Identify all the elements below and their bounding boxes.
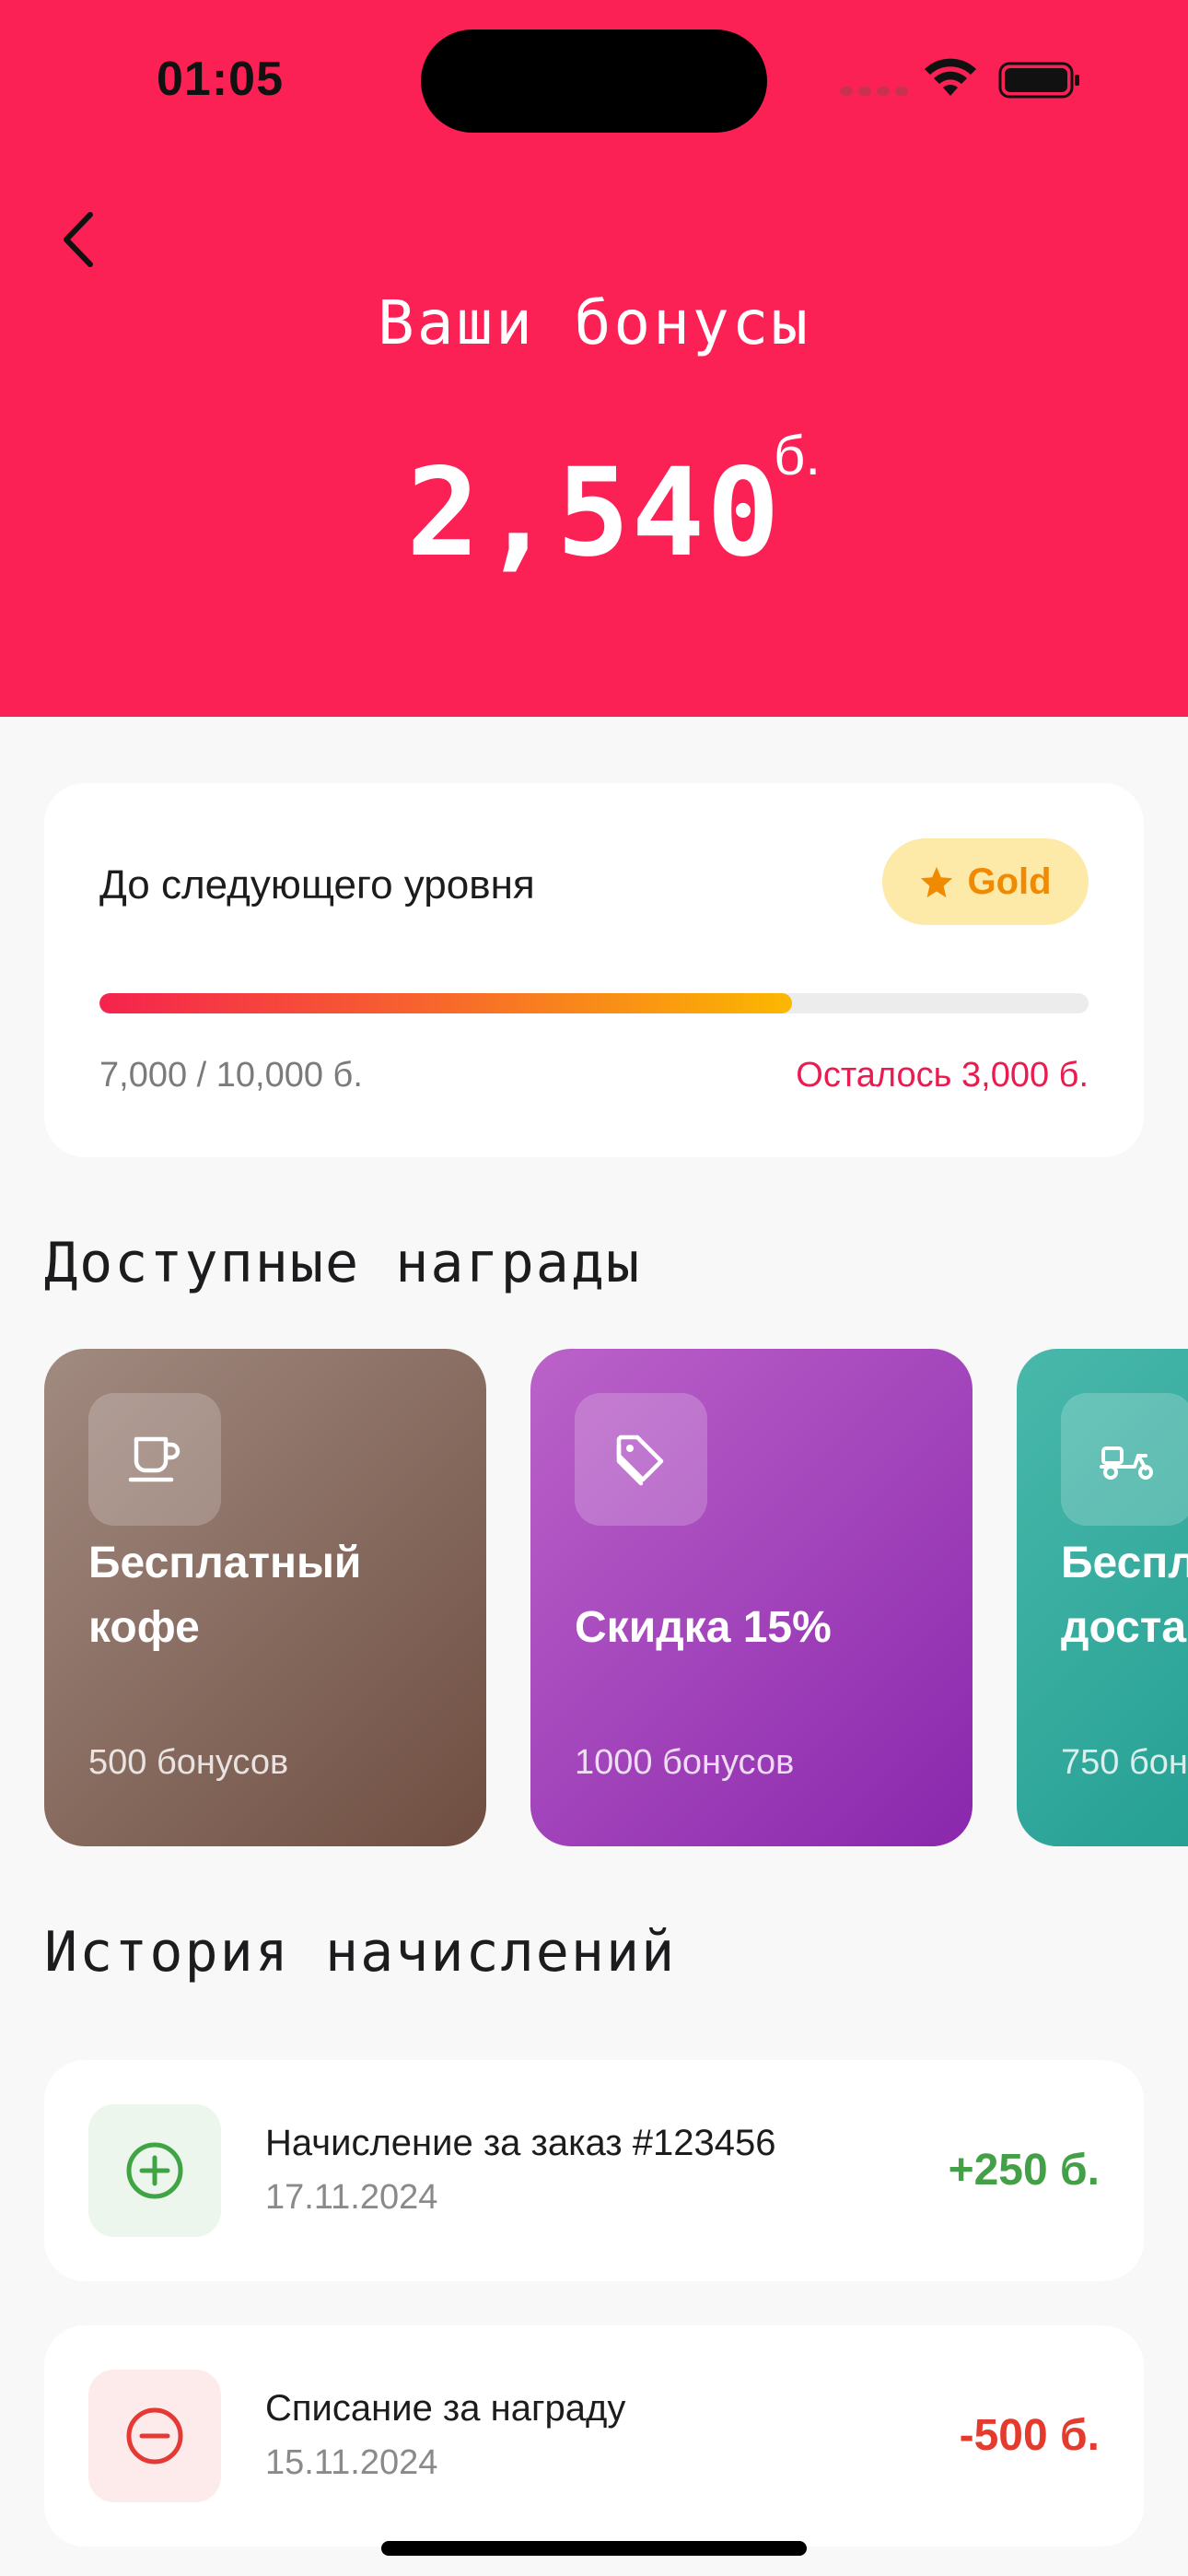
plus-circle-icon bbox=[126, 2142, 183, 2199]
cellular-signal-icon bbox=[840, 87, 908, 96]
minus-circle-icon bbox=[126, 2407, 183, 2465]
star-icon bbox=[921, 866, 953, 898]
chevron-left-icon bbox=[64, 212, 93, 267]
history-date: 17.11.2024 bbox=[265, 2178, 438, 2217]
level-progress-fill bbox=[99, 993, 792, 1013]
reward-title-line2: доставка bbox=[1061, 1603, 1188, 1652]
reward-title-line2: кофе bbox=[88, 1603, 200, 1652]
home-indicator bbox=[381, 2541, 807, 2556]
header: 01:05 Ваши бонусы 2,540 б. bbox=[0, 0, 1188, 717]
reward-card-free-coffee[interactable]: Бесплатный кофе 500 бонусов bbox=[44, 1349, 486, 1846]
scooter-icon bbox=[1100, 1446, 1153, 1480]
rewards-carousel[interactable]: Бесплатный кофе 500 бонусов Скидка 15% 1… bbox=[44, 1349, 1188, 1846]
level-progress-bar bbox=[99, 993, 1089, 1013]
history-title: Списание за награду bbox=[265, 2388, 626, 2429]
rewards-section-title: Доступные награды bbox=[44, 1231, 642, 1295]
status-bar-time: 01:05 bbox=[157, 53, 284, 106]
level-badge: Gold bbox=[882, 838, 1089, 925]
history-amount: +250 б. bbox=[948, 2146, 1100, 2195]
history-title: Начисление за заказ #123456 bbox=[265, 2123, 776, 2163]
tag-icon bbox=[616, 1434, 664, 1486]
reward-card-discount[interactable]: Скидка 15% 1000 бонусов bbox=[530, 1349, 973, 1846]
balance-value: 2,540 bbox=[406, 442, 782, 584]
level-title: До следующего уровня bbox=[99, 862, 535, 907]
level-progress-card: До следующего уровня Gold 7,000 / 10,000… bbox=[44, 783, 1144, 1157]
reward-title-line1: Бесплатная bbox=[1061, 1539, 1188, 1587]
reward-cost: 1000 бонусов bbox=[575, 1743, 795, 1782]
reward-title-line1: Бесплатный bbox=[88, 1539, 362, 1587]
remaining-text: Осталось 3,000 б. bbox=[796, 1056, 1089, 1095]
history-date: 15.11.2024 bbox=[265, 2443, 438, 2482]
reward-title-line2: Скидка 15% bbox=[575, 1603, 832, 1652]
reward-cost: 750 бонусов bbox=[1061, 1743, 1188, 1782]
back-button[interactable] bbox=[52, 205, 103, 275]
battery-icon bbox=[998, 62, 1079, 99]
wifi-icon bbox=[925, 58, 976, 96]
bonus-balance: 2,540 б. bbox=[0, 425, 1188, 584]
history-icon-box bbox=[88, 2104, 221, 2237]
dynamic-island bbox=[421, 29, 767, 133]
page-title: Ваши бонусы bbox=[377, 287, 811, 358]
balance-unit: б. bbox=[774, 425, 821, 486]
coffee-cup-icon bbox=[128, 1436, 181, 1482]
history-icon-box bbox=[88, 2370, 221, 2502]
history-item-accrual[interactable]: Начисление за заказ #123456 17.11.2024 +… bbox=[44, 2060, 1144, 2281]
history-amount: -500 б. bbox=[959, 2411, 1100, 2460]
reward-cost: 500 бонусов bbox=[88, 1743, 289, 1782]
reward-card-free-delivery[interactable]: Бесплатная доставка 750 бонусов bbox=[1017, 1349, 1188, 1846]
progress-text: 7,000 / 10,000 б. bbox=[99, 1056, 363, 1095]
level-badge-label: Gold bbox=[967, 861, 1052, 902]
history-section-title: История начислений bbox=[44, 1920, 677, 1985]
history-item-deduction[interactable]: Списание за награду 15.11.2024 -500 б. bbox=[44, 2325, 1144, 2547]
